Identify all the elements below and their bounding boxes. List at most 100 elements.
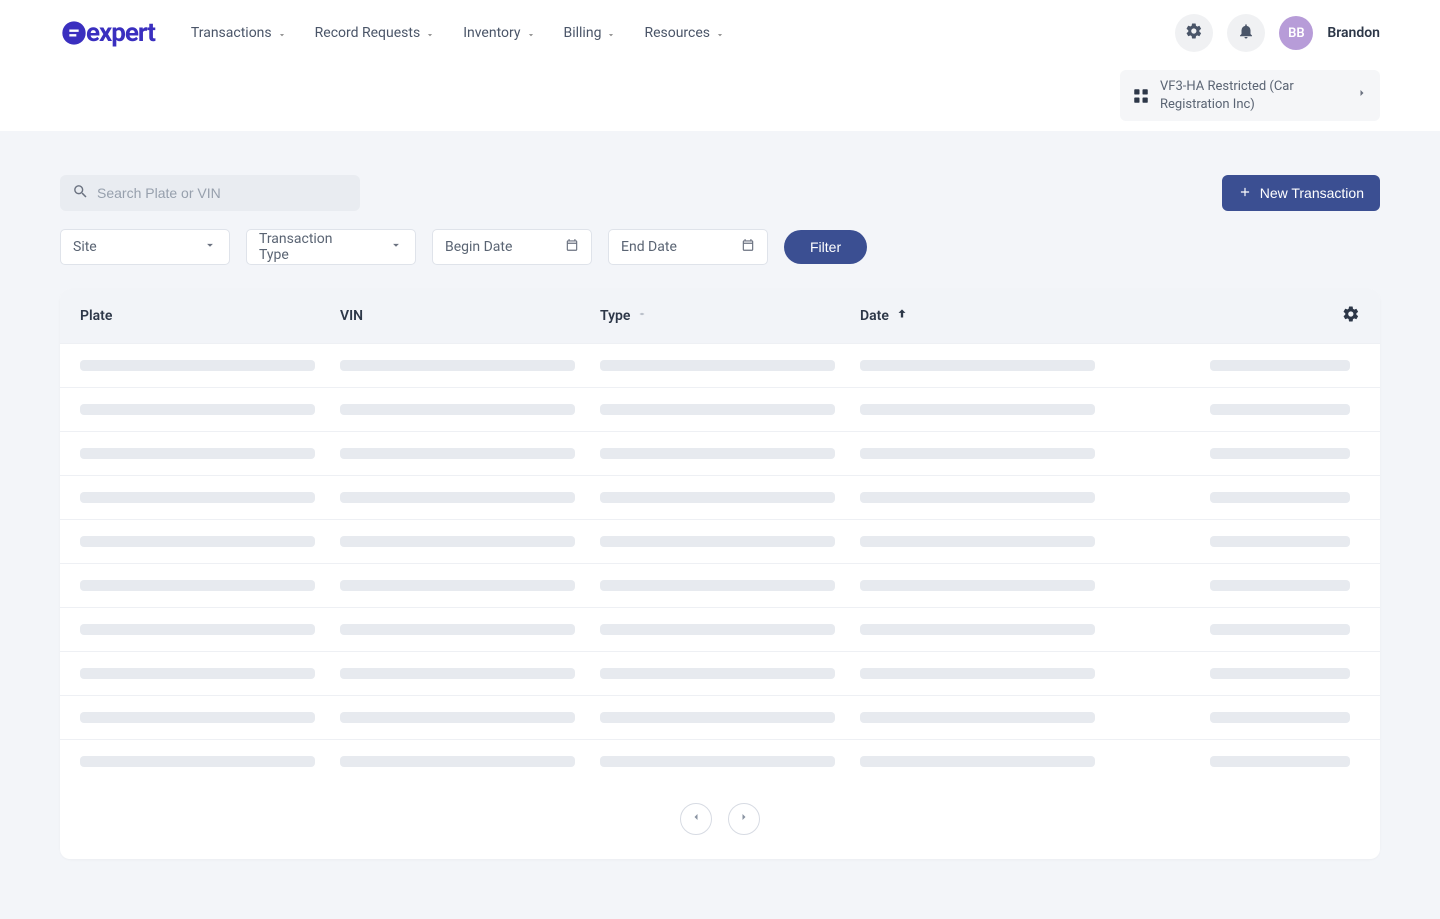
skeleton — [600, 624, 835, 635]
pagination — [60, 783, 1380, 859]
skeleton — [340, 712, 575, 723]
table-row — [60, 343, 1380, 387]
table-body — [60, 343, 1380, 783]
calendar-icon — [565, 238, 579, 256]
transaction-type-select[interactable]: Transaction Type — [246, 229, 416, 265]
new-transaction-button[interactable]: New Transaction — [1222, 175, 1380, 211]
skeleton — [860, 404, 1095, 415]
nav-resources[interactable]: Resources — [644, 25, 725, 41]
nav-record-requests[interactable]: Record Requests — [315, 25, 436, 41]
skeleton — [860, 668, 1095, 679]
notifications-button[interactable] — [1227, 14, 1265, 52]
skeleton — [340, 536, 575, 547]
skeleton — [860, 624, 1095, 635]
topbar: expert Transactions Record Requests Inve… — [0, 0, 1440, 66]
table-row — [60, 695, 1380, 739]
calendar-icon — [741, 238, 755, 256]
begin-date-input[interactable]: Begin Date — [432, 229, 592, 265]
skeleton — [860, 536, 1095, 547]
skeleton — [80, 492, 315, 503]
context-label: VF3-HA Restricted (Car Registration Inc) — [1160, 78, 1346, 113]
skeleton — [600, 492, 835, 503]
site-select[interactable]: Site — [60, 229, 230, 265]
skeleton — [600, 712, 835, 723]
search-box[interactable] — [60, 175, 360, 211]
table-row — [60, 651, 1380, 695]
skeleton — [80, 624, 315, 635]
sort-icon — [636, 308, 648, 324]
skeleton — [1210, 756, 1350, 767]
chevron-left-icon — [690, 811, 702, 827]
page-next-button[interactable] — [728, 803, 760, 835]
skeleton — [80, 580, 315, 591]
main-nav: Transactions Record Requests Inventory B… — [191, 25, 725, 41]
transactions-table: Plate VIN Type Date — [60, 289, 1380, 859]
skeleton — [340, 580, 575, 591]
table-row — [60, 607, 1380, 651]
settings-button[interactable] — [1175, 14, 1213, 52]
skeleton — [860, 712, 1095, 723]
skeleton — [340, 360, 575, 371]
skeleton — [340, 624, 575, 635]
skeleton — [80, 404, 315, 415]
skeleton — [600, 580, 835, 591]
filter-bar: Site Transaction Type Begin Date End Dat… — [60, 229, 1380, 265]
chevron-down-icon — [526, 28, 536, 38]
skeleton — [600, 360, 835, 371]
col-header-vin[interactable]: VIN — [340, 308, 600, 324]
chevron-right-icon — [1356, 87, 1368, 105]
skeleton — [80, 756, 315, 767]
skeleton — [80, 712, 315, 723]
chevron-down-icon — [606, 28, 616, 38]
skeleton — [860, 580, 1095, 591]
chevron-down-icon — [389, 238, 403, 256]
table-settings-button[interactable] — [1342, 305, 1360, 327]
page-prev-button[interactable] — [680, 803, 712, 835]
chevron-right-icon — [738, 811, 750, 827]
search-icon — [72, 183, 89, 204]
search-input[interactable] — [97, 185, 348, 201]
gear-icon — [1342, 311, 1360, 327]
user-avatar[interactable]: BB — [1279, 16, 1313, 50]
filter-button[interactable]: Filter — [784, 230, 867, 264]
skeleton — [340, 668, 575, 679]
brand-logo: expert — [60, 18, 155, 48]
skeleton — [340, 756, 575, 767]
arrow-up-icon — [895, 307, 909, 325]
context-switcher[interactable]: VF3-HA Restricted (Car Registration Inc) — [1120, 70, 1380, 121]
nav-inventory[interactable]: Inventory — [463, 25, 535, 41]
table-row — [60, 739, 1380, 783]
skeleton — [1210, 360, 1350, 371]
chevron-down-icon — [203, 238, 217, 256]
skeleton — [1210, 624, 1350, 635]
controls-top: New Transaction — [60, 175, 1380, 211]
context-row: VF3-HA Restricted (Car Registration Inc) — [0, 66, 1440, 131]
chevron-down-icon — [277, 28, 287, 38]
logo-mark-icon — [60, 19, 88, 47]
skeleton — [1210, 492, 1350, 503]
skeleton — [340, 492, 575, 503]
col-header-plate[interactable]: Plate — [80, 308, 340, 324]
table-header: Plate VIN Type Date — [60, 289, 1380, 343]
table-row — [60, 431, 1380, 475]
table-row — [60, 519, 1380, 563]
nav-transactions[interactable]: Transactions — [191, 25, 287, 41]
topbar-right: BB Brandon — [1175, 14, 1380, 52]
table-row — [60, 475, 1380, 519]
skeleton — [1210, 448, 1350, 459]
skeleton — [600, 756, 835, 767]
col-header-date[interactable]: Date — [860, 307, 1120, 325]
chevron-down-icon — [715, 28, 725, 38]
nav-billing[interactable]: Billing — [564, 25, 617, 41]
chevron-down-icon — [425, 28, 435, 38]
table-row — [60, 387, 1380, 431]
skeleton — [860, 492, 1095, 503]
table-row — [60, 563, 1380, 607]
skeleton — [1210, 536, 1350, 547]
gear-icon — [1185, 22, 1203, 44]
skeleton — [1210, 404, 1350, 415]
col-header-type[interactable]: Type — [600, 308, 860, 324]
skeleton — [340, 404, 575, 415]
skeleton — [80, 448, 315, 459]
end-date-input[interactable]: End Date — [608, 229, 768, 265]
